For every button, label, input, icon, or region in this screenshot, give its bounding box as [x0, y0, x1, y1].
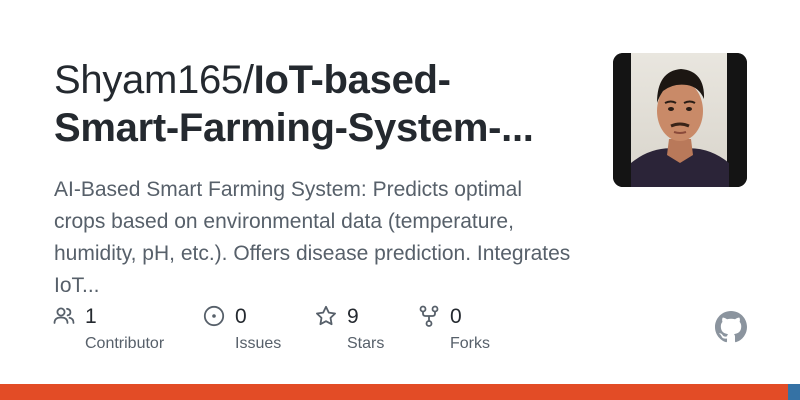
repo-owner[interactable]: Shyam165/ — [54, 58, 254, 102]
repo-description: AI-Based Smart Farming System: Predicts … — [54, 178, 571, 297]
people-icon — [53, 307, 75, 324]
contributors-label: Contributor — [85, 335, 165, 352]
repo-name-part-1[interactable]: IoT-based- — [254, 58, 451, 102]
repo-name-part-2[interactable]: Smart-Farming-System-... — [54, 106, 534, 150]
forks-label: Forks — [450, 335, 490, 352]
issue-opened-icon — [203, 305, 225, 327]
star-icon — [316, 305, 336, 326]
github-logo-icon[interactable] — [715, 311, 747, 343]
language-bar-segment — [788, 384, 800, 400]
owner-avatar[interactable] — [613, 53, 747, 187]
avatar-photo — [613, 53, 747, 187]
repo-forked-icon — [419, 305, 439, 327]
issues-count: 0 — [235, 305, 247, 328]
contributors-count: 1 — [85, 305, 97, 328]
stars-label: Stars — [347, 335, 385, 352]
language-bar — [0, 384, 800, 400]
stars-count: 9 — [347, 305, 359, 328]
language-bar-segment — [0, 384, 788, 400]
forks-count: 0 — [450, 305, 462, 328]
repo-social-card: Shyam165/IoT-based- Smart-Farming-System-… — [0, 0, 800, 400]
issues-label: Issues — [235, 335, 282, 352]
repo-title[interactable]: Shyam165/IoT-based- Smart-Farming-System-… — [54, 56, 594, 152]
